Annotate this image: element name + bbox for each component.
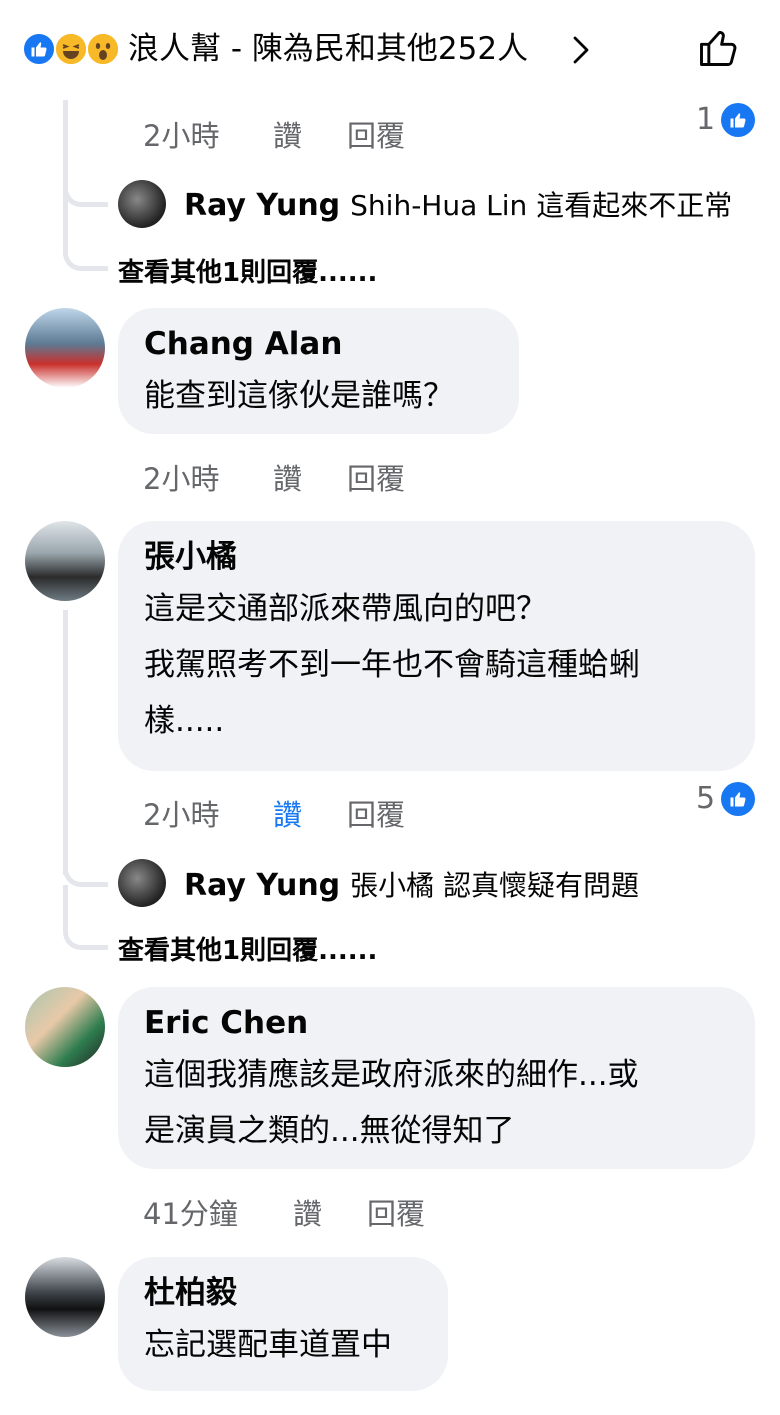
wow-reaction-icon (86, 32, 120, 66)
comment-actions: 2小時 讚 回覆 (143, 456, 473, 496)
like-count-badge[interactable]: 5 (696, 781, 756, 816)
thread-elbow (63, 225, 108, 271)
comment-bubble: 張小橘 這是交通部派來帶風向的吧？ 我駕照考不到一年也不會騎這種蛤蜊 樣....… (118, 521, 755, 771)
like-count-badge[interactable]: 1 (696, 102, 756, 137)
reply-button[interactable]: 回覆 (347, 792, 405, 834)
timestamp: 2小時 (143, 798, 220, 832)
view-more-replies-link[interactable]: 查看其他1則回覆...... (118, 930, 377, 967)
comment-text-line: 樣..... (144, 703, 225, 739)
haha-reaction-icon (54, 32, 88, 66)
comment-author[interactable]: 張小橘 (144, 535, 729, 579)
avatar[interactable] (25, 308, 105, 388)
comment-author[interactable]: Eric Chen (144, 1001, 729, 1045)
reactions-header[interactable]: 浪人幫 - 陳為民和其他252人 (0, 0, 780, 100)
reply-button[interactable]: 回覆 (347, 456, 405, 498)
comment-bubble: 杜柏毅 忘記選配車道置中 (118, 1257, 448, 1391)
like-icon (721, 781, 756, 816)
comment-text-line: 這個我猜應該是政府派來的細作...或 (144, 1057, 639, 1093)
avatar[interactable] (25, 521, 105, 601)
thumbs-up-icon[interactable] (696, 26, 740, 70)
reply-author[interactable]: Ray Yung (184, 188, 340, 223)
like-button[interactable]: 讚 (273, 792, 302, 834)
like-reaction-icon (22, 32, 56, 66)
thread-elbow (63, 905, 108, 950)
comment-bubble: Chang Alan 能查到這傢伙是誰嗎？ (118, 308, 519, 434)
reply-author[interactable]: Ray Yung (184, 868, 340, 903)
comment-author[interactable]: Chang Alan (144, 322, 493, 366)
reaction-summary[interactable]: 浪人幫 - 陳為民和其他252人 (128, 28, 528, 70)
avatar[interactable] (118, 859, 166, 907)
comment-text-line: 是演員之類的...無從得知了 (144, 1113, 515, 1149)
timestamp: 2小時 (143, 119, 220, 153)
reply-preview[interactable]: Ray Yung 張小橘 認真懷疑有問題 (184, 864, 639, 904)
like-count: 5 (696, 781, 716, 816)
comment-text-line: 我駕照考不到一年也不會騎這種蛤蜊 (144, 647, 640, 683)
reply-preview[interactable]: Ray Yung Shih-Hua Lin 這看起來不正常 (184, 184, 732, 224)
avatar[interactable] (25, 1257, 105, 1337)
chevron-right-icon[interactable] (572, 36, 590, 64)
timestamp: 41分鐘 (143, 1197, 238, 1231)
comment-bubble: Eric Chen 這個我猜應該是政府派來的細作...或 是演員之類的...無從… (118, 987, 755, 1169)
timestamp: 2小時 (143, 462, 220, 496)
comment-author[interactable]: 杜柏毅 (144, 1271, 422, 1315)
like-icon (721, 102, 756, 137)
reply-button[interactable]: 回覆 (347, 113, 405, 155)
reply-text: 張小橘 認真懷疑有問題 (350, 869, 640, 902)
like-button[interactable]: 讚 (293, 1191, 322, 1233)
comment-actions: 2小時 讚 回覆 (143, 792, 473, 832)
thread-elbow (63, 840, 108, 887)
comment-text-line: 這是交通部派來帶風向的吧？ (144, 591, 547, 627)
avatar[interactable] (25, 987, 105, 1067)
comment-text: 忘記選配車道置中 (144, 1327, 392, 1363)
reply-button[interactable]: 回覆 (367, 1191, 425, 1233)
thread-line (63, 610, 68, 875)
reply-text: Shih-Hua Lin 這看起來不正常 (350, 189, 733, 222)
like-button[interactable]: 讚 (273, 456, 302, 498)
view-more-replies-link[interactable]: 查看其他1則回覆...... (118, 252, 377, 289)
thread-elbow (63, 160, 108, 207)
avatar[interactable] (118, 180, 166, 228)
like-button[interactable]: 讚 (273, 113, 302, 155)
comment-actions: 41分鐘 讚 回覆 (143, 1191, 473, 1231)
comment-text: 能查到這傢伙是誰嗎？ (144, 378, 454, 414)
comment-actions: 2小時 讚 回覆 (143, 113, 473, 153)
like-count: 1 (696, 102, 716, 137)
